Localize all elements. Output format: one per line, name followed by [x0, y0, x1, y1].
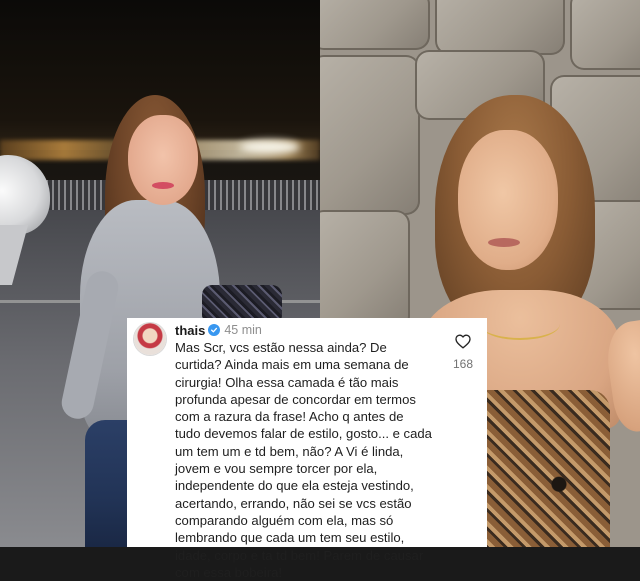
comment-line: com a razura da frase! Acho q antes de	[175, 409, 404, 425]
verified-badge-icon	[208, 324, 221, 336]
comment-line: cirurgia! Olha essa camada é tão mais	[175, 374, 399, 390]
comment-line: tudo devemos falar de estilo, gosto... e…	[175, 426, 432, 442]
comment-line: um tem um e td bem, não? A Vi é linda,	[175, 443, 404, 459]
comment-line: curtida? Ainda mais em uma semana de	[175, 357, 409, 373]
face	[458, 130, 558, 270]
comment-line: com essa bobeira!	[175, 564, 282, 580]
comment-line: independente do que ela esteja vestindo,	[175, 478, 414, 494]
comment-line: acertando, errando, não sei se vcs estão	[175, 495, 412, 511]
stone	[320, 0, 430, 50]
comment-line: Mas Scr, vcs estão nessa ainda? De	[175, 340, 387, 355]
comment-text: Mas Scr, vcs estão nessa ainda? De curti…	[175, 339, 437, 581]
comment-card: thais 45 min Mas Scr, vcs estão nessa ai…	[127, 318, 487, 580]
like-block: 168	[445, 334, 481, 371]
comment-line: jovem e vou sempre torcer por ela,	[175, 461, 378, 477]
comment-line: lembrando que cada um tem seu estilo,	[175, 530, 405, 546]
necklace	[480, 308, 560, 340]
comment-meta: thais 45 min	[175, 321, 262, 339]
stone	[435, 0, 565, 55]
face	[128, 115, 198, 205]
comment-line: comparando alguém com ela, mas só	[175, 512, 394, 528]
timestamp: 45 min	[224, 323, 262, 337]
like-count: 168	[452, 357, 474, 371]
username[interactable]: thais	[175, 323, 205, 338]
heart-outline-icon[interactable]	[445, 334, 481, 349]
stone	[570, 0, 640, 70]
avatar[interactable]	[134, 323, 166, 355]
comment-line: idade, corpo e ta td bem! Parem de causa…	[175, 547, 424, 563]
lips	[152, 182, 174, 189]
lips	[488, 238, 520, 247]
comment-line: profunda apesar de concordar em termos	[175, 391, 416, 407]
